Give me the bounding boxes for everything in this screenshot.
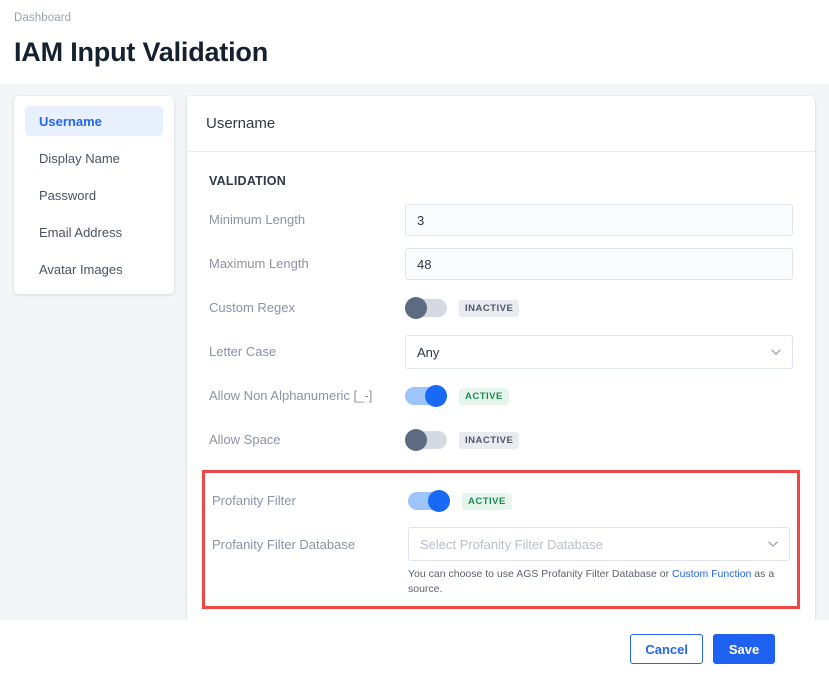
work-area: Username Display Name Password Email Add… — [0, 84, 829, 678]
profanity-helper-text: You can choose to use AGS Profanity Filt… — [408, 567, 790, 597]
sidebar-item-label: Avatar Images — [39, 261, 123, 277]
toggle-knob-icon — [405, 297, 427, 319]
row-allow-non-alphanumeric: Allow Non Alphanumeric [_-] ACTIVE — [209, 378, 793, 416]
toggle-knob-icon — [425, 385, 447, 407]
row-maximum-length: Maximum Length — [209, 246, 793, 284]
allow-non-alphanumeric-toggle[interactable] — [405, 385, 447, 407]
maximum-length-label: Maximum Length — [209, 256, 309, 271]
chevron-down-icon — [768, 539, 778, 549]
sidebar-item-password[interactable]: Password — [25, 180, 163, 210]
custom-function-link[interactable]: Custom Function — [672, 568, 751, 580]
sidebar-item-label: Username — [39, 113, 102, 129]
row-profanity-filter-database: Profanity Filter Database Select Profani… — [212, 527, 790, 597]
minimum-length-input[interactable] — [405, 204, 793, 236]
row-minimum-length: Minimum Length — [209, 202, 793, 240]
maximum-length-input[interactable] — [405, 248, 793, 280]
profanity-highlight-box: Profanity Filter ACTIVE Profanity Filter… — [202, 470, 800, 609]
profanity-filter-status-badge: ACTIVE — [462, 492, 512, 510]
profanity-filter-label: Profanity Filter — [212, 493, 296, 508]
profanity-filter-database-select[interactable]: Select Profanity Filter Database — [408, 527, 790, 561]
sidebar-item-username[interactable]: Username — [25, 106, 163, 136]
save-button[interactable]: Save — [713, 634, 775, 664]
profanity-filter-database-value: Select Profanity Filter Database — [420, 536, 603, 552]
allow-non-alphanumeric-label: Allow Non Alphanumeric [_-] — [209, 388, 373, 403]
cancel-button[interactable]: Cancel — [630, 634, 703, 664]
letter-case-select[interactable]: Any — [405, 335, 793, 369]
sidebar: Username Display Name Password Email Add… — [14, 96, 174, 294]
sidebar-item-display-name[interactable]: Display Name — [25, 143, 163, 173]
allow-space-toggle[interactable] — [405, 429, 447, 451]
sidebar-item-label: Display Name — [39, 150, 120, 166]
row-custom-regex: Custom Regex INACTIVE — [209, 290, 793, 328]
card-body: VALIDATION Minimum Length Maximum Length — [187, 152, 815, 678]
validation-section-title: VALIDATION — [209, 174, 287, 188]
card-header: Username — [187, 96, 815, 152]
settings-card: Username VALIDATION Minimum Length Maxim… — [187, 96, 815, 678]
row-profanity-filter: Profanity Filter ACTIVE — [212, 483, 790, 521]
custom-regex-toggle[interactable] — [405, 297, 447, 319]
breadcrumb[interactable]: Dashboard — [14, 10, 815, 26]
toggle-knob-icon — [428, 490, 450, 512]
page-header: Dashboard IAM Input Validation — [0, 0, 829, 84]
helper-text-before: You can choose to use AGS Profanity Filt… — [408, 568, 673, 580]
allow-space-status-badge: INACTIVE — [459, 431, 520, 449]
toggle-knob-icon — [405, 429, 427, 451]
sidebar-item-avatar-images[interactable]: Avatar Images — [25, 254, 163, 284]
allow-non-alphanumeric-status-badge: ACTIVE — [459, 387, 509, 405]
sidebar-item-email-address[interactable]: Email Address — [25, 217, 163, 247]
row-allow-space: Allow Space INACTIVE — [209, 422, 793, 460]
letter-case-label: Letter Case — [209, 344, 277, 359]
row-letter-case: Letter Case Any — [209, 334, 793, 372]
sidebar-item-label: Email Address — [39, 224, 123, 240]
sidebar-item-label: Password — [39, 187, 97, 203]
profanity-filter-database-label: Profanity Filter Database — [212, 537, 356, 552]
profanity-filter-toggle[interactable] — [408, 490, 450, 512]
custom-regex-label: Custom Regex — [209, 300, 295, 315]
custom-regex-status-badge: INACTIVE — [459, 299, 520, 317]
allow-space-label: Allow Space — [209, 432, 281, 447]
form-footer: Cancel Save — [0, 620, 829, 678]
minimum-length-label: Minimum Length — [209, 212, 306, 227]
card-title: Username — [206, 115, 276, 132]
page-title: IAM Input Validation — [14, 37, 268, 67]
letter-case-value: Any — [417, 344, 440, 360]
chevron-down-icon — [771, 347, 781, 357]
